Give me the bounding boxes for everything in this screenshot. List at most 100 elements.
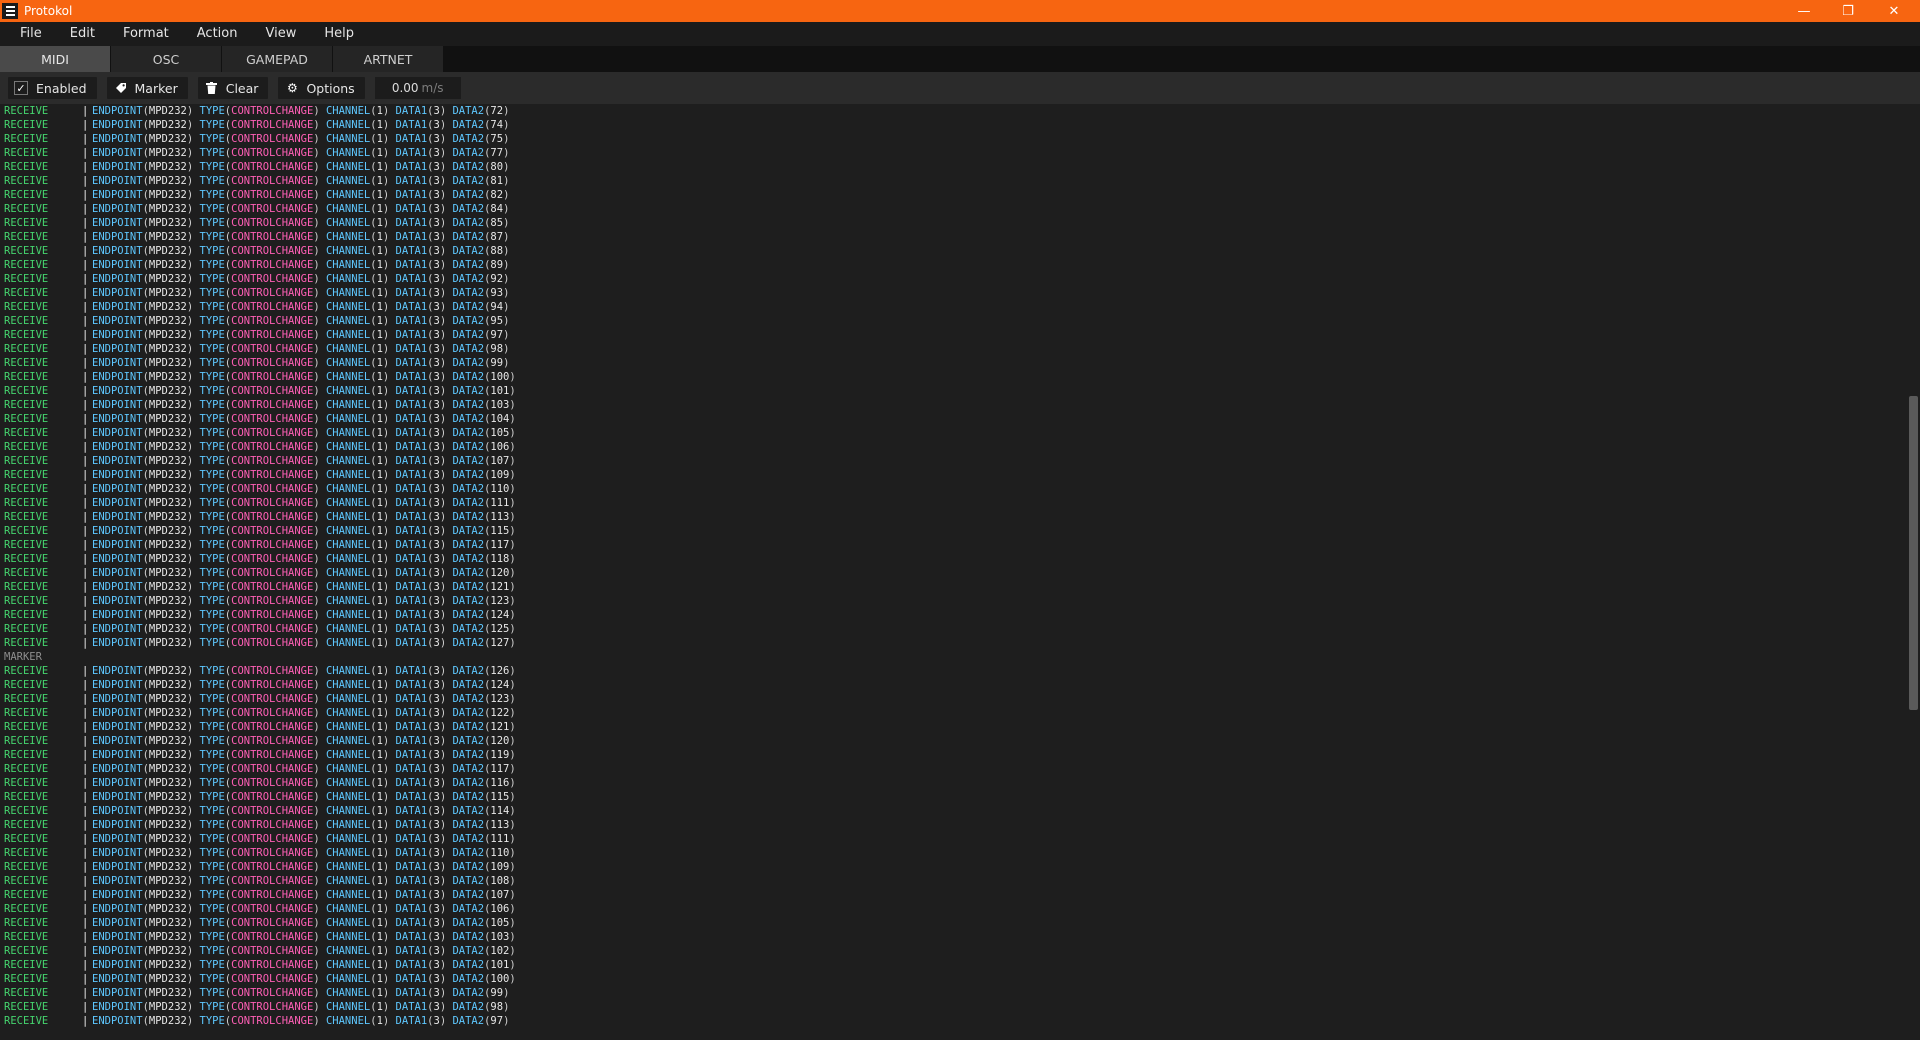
- endpoint-label: ENDPOINT: [92, 147, 143, 159]
- endpoint-value: MPD232: [148, 133, 187, 145]
- options-button[interactable]: ⚙ Options: [278, 77, 365, 99]
- message-rate: 0.00 m/s: [374, 77, 461, 99]
- separator: |: [82, 959, 89, 971]
- endpoint-label: ENDPOINT: [92, 1001, 143, 1013]
- data2-label: DATA2: [452, 231, 485, 243]
- channel-label: CHANNEL: [325, 791, 371, 803]
- menu-bar: File Edit Format Action View Help: [0, 22, 1920, 46]
- type-label: TYPE: [199, 245, 225, 257]
- log-marker-row: MARKER: [0, 650, 1905, 664]
- data2-label: DATA2: [452, 959, 485, 971]
- data1-label: DATA1: [395, 147, 428, 159]
- data1-label: DATA1: [395, 637, 428, 649]
- channel-label: CHANNEL: [325, 721, 371, 733]
- log-row: RECEIVE | ENDPOINT(MPD232) TYPE(CONTROLCHA…: [4, 301, 510, 313]
- direction-label: RECEIVE: [4, 189, 49, 201]
- data1-label: DATA1: [395, 847, 428, 859]
- data2-value: 107: [490, 455, 510, 467]
- direction-label: RECEIVE: [4, 245, 49, 257]
- data2-value: 109: [490, 861, 510, 873]
- endpoint-label: ENDPOINT: [92, 693, 143, 705]
- data1-label: DATA1: [395, 945, 428, 957]
- endpoint-value: MPD232: [148, 805, 187, 817]
- log-row: RECEIVE | ENDPOINT(MPD232) TYPE(CONTROLCHA…: [4, 119, 510, 131]
- app-menu-icon[interactable]: [2, 3, 18, 19]
- separator: |: [82, 175, 89, 187]
- tab-artnet[interactable]: ARTNET: [333, 46, 443, 72]
- type-label: TYPE: [199, 819, 225, 831]
- endpoint-value: MPD232: [148, 665, 187, 677]
- endpoint-label: ENDPOINT: [92, 441, 143, 453]
- direction-label: RECEIVE: [4, 805, 49, 817]
- log-scrollbar-thumb[interactable]: [1909, 396, 1918, 710]
- direction-label: RECEIVE: [4, 385, 49, 397]
- endpoint-label: ENDPOINT: [92, 973, 143, 985]
- endpoint-label: ENDPOINT: [92, 287, 143, 299]
- direction-label: RECEIVE: [4, 889, 49, 901]
- type-value: CONTROLCHANGE: [231, 483, 314, 495]
- separator: |: [82, 903, 89, 915]
- channel-label: CHANNEL: [325, 273, 371, 285]
- log-row: RECEIVE | ENDPOINT(MPD232) TYPE(CONTROLCHA…: [4, 721, 516, 733]
- endpoint-label: ENDPOINT: [92, 343, 143, 355]
- log-scrollbar[interactable]: [1906, 104, 1920, 1040]
- clear-button[interactable]: Clear: [197, 77, 269, 99]
- menu-view[interactable]: View: [255, 22, 314, 46]
- direction-label: RECEIVE: [4, 119, 49, 131]
- minimize-button[interactable]: —: [1782, 0, 1826, 22]
- type-label: TYPE: [199, 889, 225, 901]
- endpoint-value: MPD232: [148, 315, 187, 327]
- type-value: CONTROLCHANGE: [231, 581, 314, 593]
- type-label: TYPE: [199, 735, 225, 747]
- type-value: CONTROLCHANGE: [231, 609, 314, 621]
- data2-value: 102: [490, 945, 510, 957]
- channel-label: CHANNEL: [325, 665, 371, 677]
- data1-label: DATA1: [395, 567, 428, 579]
- data1-label: DATA1: [395, 595, 428, 607]
- marker-button[interactable]: Marker: [106, 77, 188, 99]
- data1-label: DATA1: [395, 861, 428, 873]
- data1-label: DATA1: [395, 707, 428, 719]
- type-value: CONTROLCHANGE: [231, 119, 314, 131]
- log-row: RECEIVE | ENDPOINT(MPD232) TYPE(CONTROLCHA…: [4, 875, 516, 887]
- separator: |: [82, 371, 89, 383]
- endpoint-label: ENDPOINT: [92, 917, 143, 929]
- endpoint-value: MPD232: [148, 623, 187, 635]
- direction-label: RECEIVE: [4, 707, 49, 719]
- data2-value: 103: [490, 399, 510, 411]
- data2-value: 89: [490, 259, 504, 271]
- data2-value: 117: [490, 763, 510, 775]
- tab-gamepad[interactable]: GAMEPAD: [222, 46, 332, 72]
- type-label: TYPE: [199, 441, 225, 453]
- direction-label: RECEIVE: [4, 357, 49, 369]
- menu-format[interactable]: Format: [113, 22, 187, 46]
- data2-value: 111: [490, 833, 510, 845]
- endpoint-label: ENDPOINT: [92, 413, 143, 425]
- message-log[interactable]: RECEIVE | ENDPOINT(MPD232) TYPE(CONTROLCHA…: [0, 104, 1905, 1040]
- channel-label: CHANNEL: [325, 105, 371, 117]
- endpoint-label: ENDPOINT: [92, 847, 143, 859]
- menu-edit[interactable]: Edit: [60, 22, 113, 46]
- type-value: CONTROLCHANGE: [231, 889, 314, 901]
- menu-help[interactable]: Help: [314, 22, 372, 46]
- tab-midi[interactable]: MIDI: [0, 46, 110, 72]
- tab-osc[interactable]: OSC: [111, 46, 221, 72]
- enabled-toggle[interactable]: ✓ Enabled: [8, 77, 97, 99]
- type-value: CONTROLCHANGE: [231, 553, 314, 565]
- type-value: CONTROLCHANGE: [231, 273, 314, 285]
- direction-label: RECEIVE: [4, 819, 49, 831]
- data1-label: DATA1: [395, 245, 428, 257]
- endpoint-label: ENDPOINT: [92, 609, 143, 621]
- data2-label: DATA2: [452, 441, 485, 453]
- separator: |: [82, 119, 89, 131]
- data2-value: 99: [490, 357, 504, 369]
- endpoint-value: MPD232: [148, 413, 187, 425]
- channel-label: CHANNEL: [325, 329, 371, 341]
- close-button[interactable]: ✕: [1872, 0, 1916, 22]
- direction-label: RECEIVE: [4, 329, 49, 341]
- maximize-button[interactable]: ❐: [1826, 0, 1870, 22]
- menu-action[interactable]: Action: [187, 22, 256, 46]
- type-value: CONTROLCHANGE: [231, 161, 314, 173]
- menu-file[interactable]: File: [10, 22, 60, 46]
- type-value: CONTROLCHANGE: [231, 861, 314, 873]
